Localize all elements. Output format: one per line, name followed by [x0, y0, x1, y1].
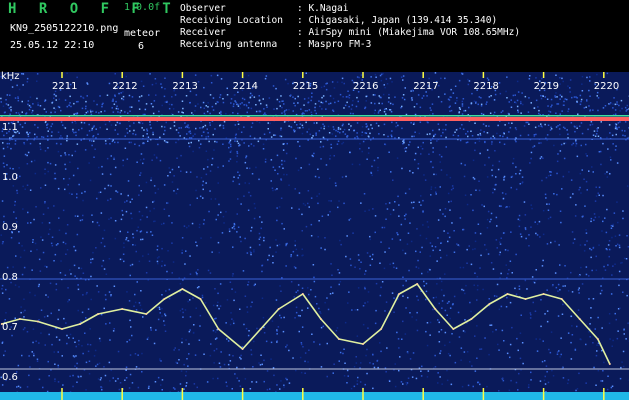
trace-point	[36, 320, 39, 323]
x-tick-label: 2214	[232, 81, 259, 92]
trace-point	[241, 348, 244, 350]
info-key-receiver: Receiver	[180, 27, 226, 38]
trace-point	[163, 298, 166, 300]
trace-point	[217, 328, 220, 330]
y-tick-label: 0.9	[2, 222, 18, 233]
trace-point	[488, 303, 491, 305]
trace-point	[542, 293, 545, 295]
trace-point	[259, 328, 262, 330]
noise-speckle	[0, 72, 629, 400]
x-tick-label: 2216	[353, 81, 379, 92]
carrier-band	[0, 117, 629, 121]
trace-point	[277, 308, 280, 310]
trace-point	[79, 323, 82, 325]
trace-point	[398, 293, 401, 295]
trace-point	[434, 308, 437, 310]
trace-point	[596, 338, 599, 340]
info-value-observer: : K.Nagai	[297, 3, 349, 14]
trace-point	[362, 343, 364, 345]
y-tick-label: 0.6	[2, 372, 18, 383]
x-tick-label: 2211	[52, 81, 78, 92]
meteor-label: meteor	[124, 28, 161, 39]
trace-point	[560, 298, 563, 300]
header-panel: H R O F F T 1.0.0f KN9_2505122210.png me…	[0, 0, 629, 58]
x-tick-label: 2220	[593, 81, 620, 92]
x-tick-label: 2215	[292, 81, 319, 92]
info-value-location: : Chigasaki, Japan (139.414 35.340)	[297, 15, 498, 26]
trace-point	[452, 328, 455, 330]
trace-point	[608, 363, 611, 365]
trace-point	[61, 328, 63, 330]
trace-point	[18, 318, 21, 320]
meteor-count: 6	[138, 41, 145, 52]
trace-point	[416, 283, 419, 285]
x-tick-label: 2213	[172, 81, 198, 92]
y-tick-label: 0.7	[2, 322, 18, 333]
carrier-edge	[0, 115, 629, 117]
trace-point	[145, 313, 148, 315]
x-tick-label: 2218	[473, 81, 499, 92]
x-tick-label: 2217	[413, 81, 439, 92]
x-tick-label: 2212	[112, 81, 138, 92]
filename: KN9_2505122210.png	[10, 23, 119, 34]
y-axis-unit-label: kHz	[1, 71, 20, 82]
info-value-antenna: : Maspro FM-3	[297, 39, 372, 50]
trace-point	[470, 318, 473, 320]
y-tick-label: 1.0	[2, 172, 18, 183]
signal-trace	[1, 283, 611, 365]
info-key-observer: Observer	[180, 3, 226, 14]
y-tick-label: 0.8	[2, 272, 18, 283]
trace-point	[301, 293, 304, 295]
trace-point	[524, 298, 527, 300]
y-tick-label: 1.1	[2, 122, 18, 133]
trace-point	[578, 318, 581, 320]
trace-point	[121, 308, 124, 310]
trace-point	[319, 318, 322, 320]
spectrogram-plot	[0, 72, 629, 400]
x-tick-label: 2219	[533, 81, 560, 92]
app-version: 1.0.0f	[124, 2, 161, 13]
trace-point	[181, 288, 184, 290]
bottom-strip	[0, 392, 629, 400]
info-value-receiver: : AirSpy mini (Miakejima VOR 108.65MHz)	[297, 27, 521, 38]
trace-point	[97, 313, 100, 315]
spectrogram-svg	[0, 72, 629, 400]
trace-point	[380, 328, 383, 330]
trace-point	[506, 293, 509, 295]
trace-point	[199, 298, 202, 300]
datetime: 25.05.12 22:10	[10, 40, 95, 51]
info-key-antenna: Receiving antenna	[180, 39, 278, 50]
trace-point	[337, 338, 340, 340]
info-key-location: Receiving Location	[180, 15, 283, 26]
